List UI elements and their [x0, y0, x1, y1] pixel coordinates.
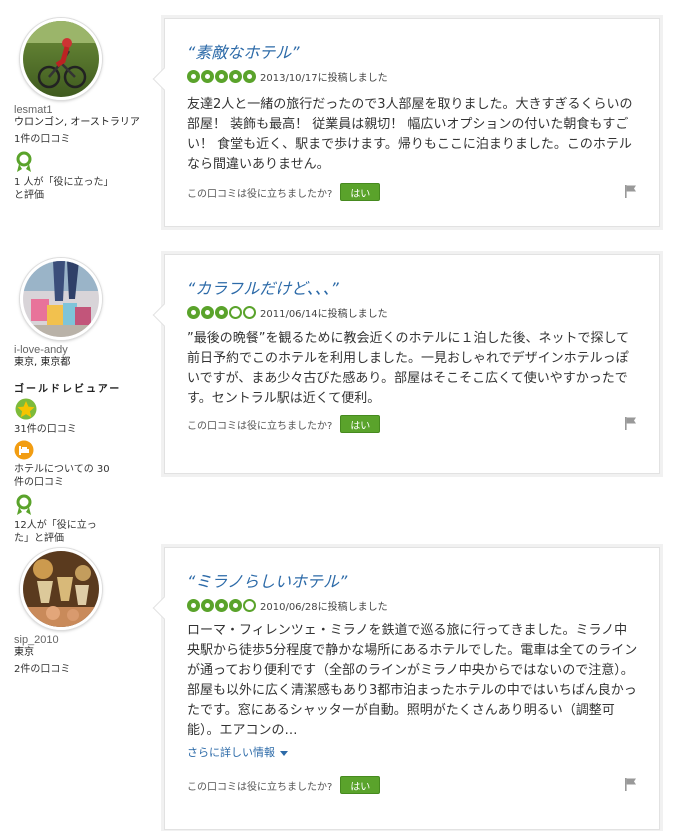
- hotel-review-count: ホテルについての 30 件の口コミ: [14, 464, 110, 488]
- review-bubble: “カラフルだけど、、、” 2011/06/14に投稿しました ”最後の晩餐”を観…: [152, 254, 660, 474]
- star-icon: [15, 398, 37, 420]
- review-title[interactable]: “カラフルだけど、、、”: [187, 275, 339, 299]
- review-count: 31件の口コミ: [14, 424, 77, 435]
- helpful-prompt: この口コミは役に立ちましたか? はい: [187, 415, 381, 433]
- rating: 2013/10/17に投稿しました: [187, 69, 388, 84]
- avatar[interactable]: [20, 548, 102, 630]
- helpful-question: この口コミは役に立ちましたか?: [187, 781, 333, 793]
- user-location: 東京: [14, 647, 34, 658]
- avatar-photo-shopping: [23, 261, 99, 337]
- yes-button[interactable]: はい: [340, 776, 381, 794]
- rating-bubble-icon: [201, 69, 214, 83]
- rating-bubble-icon: [215, 69, 228, 83]
- review-count: 1件の口コミ: [14, 134, 71, 145]
- rating-bubble-empty-icon: [243, 598, 256, 612]
- member-info: lesmat1 ウロンゴン, オーストラリア 1件の口コミ 1 人が「役に立った…: [14, 18, 154, 202]
- ribbon-icon: [16, 151, 32, 172]
- review-text: 友達2人と一緒の旅行だったので3人部屋を取りました。大きすぎるくらいの部屋！ 装…: [187, 97, 633, 172]
- hotel-icon: [14, 440, 34, 460]
- username[interactable]: sip_2010: [14, 634, 154, 646]
- read-more-link[interactable]: さらに詳しい情報: [187, 744, 288, 760]
- flag-icon[interactable]: [624, 777, 637, 791]
- avatar-photo-cyclist: [23, 21, 99, 97]
- review-title[interactable]: “素敵なホテル”: [187, 39, 300, 63]
- review-card: lesmat1 ウロンゴン, オーストラリア 1件の口コミ 1 人が「役に立った…: [0, 0, 675, 240]
- member-info: i-love-andy 東京, 東京都 ゴールドレビュアー 31件の口コミ ホテ…: [14, 258, 154, 545]
- rating-bubble-icon: [215, 305, 228, 319]
- review-text: ”最後の晩餐”を観るために教会近くのホテルに１泊した後、ネットで探して前日予約で…: [187, 331, 630, 406]
- rating-bubble-icon: [187, 69, 200, 83]
- rating: 2010/06/28に投稿しました: [187, 598, 388, 613]
- username[interactable]: i-love-andy: [14, 344, 154, 356]
- rating-bubble-icon: [187, 598, 200, 612]
- chevron-down-icon: [280, 750, 288, 756]
- rating-bubble-icon: [229, 598, 242, 612]
- read-more-label: さらに詳しい情報: [187, 746, 275, 759]
- avatar[interactable]: [20, 258, 102, 340]
- review-date: 2010/06/28に投稿しました: [260, 601, 388, 613]
- helpful-votes: 1 人が「役に立った」と評価: [14, 177, 109, 201]
- review-card: i-love-andy 東京, 東京都 ゴールドレビュアー 31件の口コミ ホテ…: [0, 240, 675, 544]
- rating-bubble-icon: [201, 305, 214, 319]
- user-location: ウロンゴン, オーストラリア: [14, 117, 140, 128]
- helpful-prompt: この口コミは役に立ちましたか? はい: [187, 776, 381, 794]
- review-title[interactable]: “ミラノらしいホテル”: [187, 568, 347, 592]
- rating-bubble-icon: [243, 69, 256, 83]
- review-bubble: “素敵なホテル” 2013/10/17に投稿しました 友達2人と一緒の旅行だった…: [152, 18, 660, 227]
- helpful-question: この口コミは役に立ちましたか?: [187, 420, 333, 432]
- avatar-photo-toast: [23, 551, 99, 627]
- rating-bubbles: [187, 69, 256, 83]
- rating-bubble-empty-icon: [243, 305, 256, 319]
- rating-bubble-icon: [187, 305, 200, 319]
- review-bubble: “ミラノらしいホテル” 2010/06/28に投稿しました ローマ・フィレンツェ…: [152, 547, 660, 830]
- rating: 2011/06/14に投稿しました: [187, 305, 388, 320]
- username[interactable]: lesmat1: [14, 104, 154, 116]
- flag-icon[interactable]: [624, 416, 637, 430]
- rating-bubble-empty-icon: [229, 305, 242, 319]
- rating-bubble-icon: [201, 598, 214, 612]
- user-location: 東京, 東京都: [14, 357, 71, 368]
- rating-bubble-icon: [229, 69, 242, 83]
- reviewer-badge: ゴールドレビュアー: [14, 384, 122, 395]
- helpful-prompt: この口コミは役に立ちましたか? はい: [187, 183, 381, 201]
- rating-bubbles: [187, 305, 256, 319]
- yes-button[interactable]: はい: [340, 415, 381, 433]
- yes-button[interactable]: はい: [340, 183, 381, 201]
- member-info: sip_2010 東京 2件の口コミ: [14, 548, 154, 676]
- review-count: 2件の口コミ: [14, 664, 71, 675]
- flag-icon[interactable]: [624, 184, 637, 198]
- avatar[interactable]: [20, 18, 102, 100]
- review-text: ローマ・フィレンツェ・ミラノを鉄道で巡る旅に行ってきました。ミラノ中央駅から徒歩…: [187, 623, 638, 738]
- review-date: 2011/06/14に投稿しました: [260, 308, 388, 320]
- rating-bubbles: [187, 598, 256, 612]
- helpful-question: この口コミは役に立ちましたか?: [187, 188, 333, 200]
- review-date: 2013/10/17に投稿しました: [260, 72, 388, 84]
- review-card: sip_2010 東京 2件の口コミ “ミラノらしいホテル” 2010/06/2…: [0, 530, 675, 831]
- rating-bubble-icon: [215, 598, 228, 612]
- ribbon-icon: [16, 494, 32, 515]
